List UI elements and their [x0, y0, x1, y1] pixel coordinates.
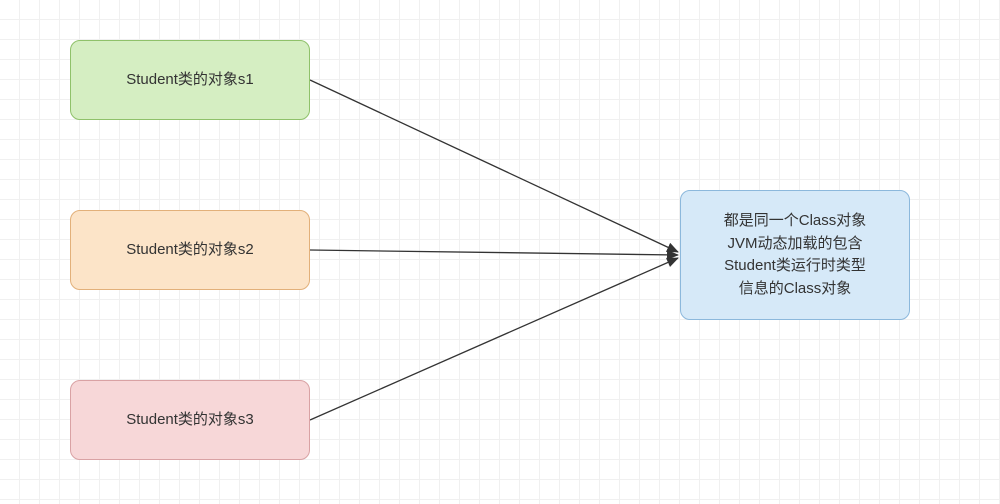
edge-s2-class — [310, 250, 678, 255]
node-label: Student类的对象s1 — [126, 69, 254, 92]
edge-s3-class — [310, 258, 678, 420]
class-line2: JVM动态加载的包含 — [724, 233, 867, 256]
node-label: Student类的对象s3 — [126, 409, 254, 432]
class-line3: Student类运行时类型 — [724, 255, 867, 278]
class-line1: 都是同一个Class对象 — [724, 210, 867, 233]
node-label: 都是同一个Class对象 JVM动态加载的包含 Student类运行时类型 信息… — [724, 210, 867, 300]
node-student-s2: Student类的对象s2 — [70, 210, 310, 290]
edge-s1-class — [310, 80, 678, 252]
node-student-s3: Student类的对象s3 — [70, 380, 310, 460]
node-class-object: 都是同一个Class对象 JVM动态加载的包含 Student类运行时类型 信息… — [680, 190, 910, 320]
node-student-s1: Student类的对象s1 — [70, 40, 310, 120]
class-line4: 信息的Class对象 — [724, 278, 867, 301]
node-label: Student类的对象s2 — [126, 239, 254, 262]
